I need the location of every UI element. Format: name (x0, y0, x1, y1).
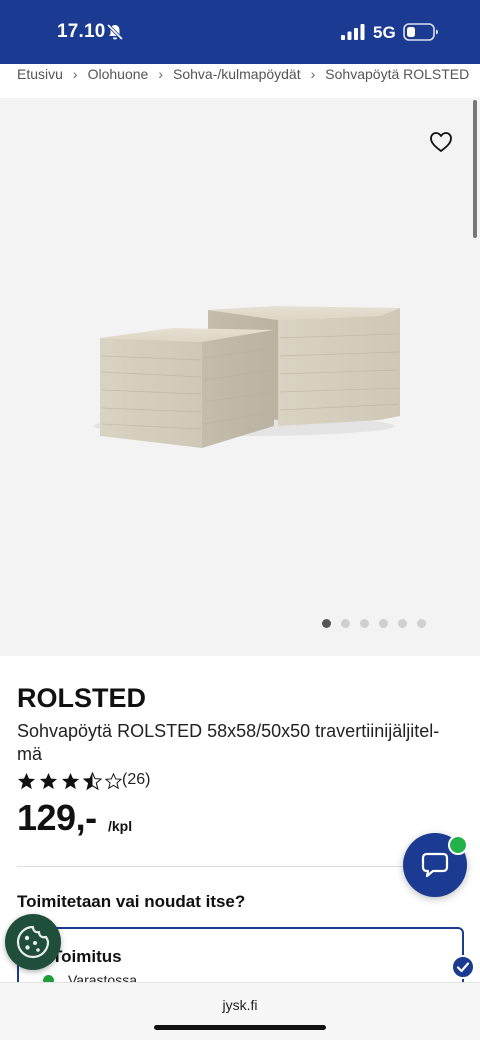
gallery-dot[interactable] (360, 619, 369, 628)
delivery-heading: Toimitetaan vai noudat itse? (17, 892, 246, 911)
signal-icon (341, 24, 365, 40)
star-outline-icon (105, 772, 122, 790)
network-label: 5G (373, 23, 396, 42)
home-indicator[interactable] (154, 1025, 326, 1030)
breadcrumb-item-coffee-tables[interactable]: Sohva-/kulmapöydät (173, 64, 301, 84)
gallery-pagination (322, 619, 432, 629)
delivery-option-title: Toimitus (52, 947, 122, 966)
bell-off-icon (106, 23, 124, 41)
divider (17, 866, 463, 867)
gallery-dot[interactable] (379, 619, 388, 628)
gallery-dot-active[interactable] (322, 619, 331, 628)
breadcrumb-separator: › (72, 66, 78, 82)
selected-check-icon (451, 955, 475, 979)
star-filled-icon (39, 772, 58, 790)
gallery-dot[interactable] (417, 619, 426, 628)
review-count[interactable]: (26) (122, 771, 150, 789)
page-scrollbar[interactable] (473, 100, 477, 238)
breadcrumb-separator: › (158, 66, 163, 82)
star-half-icon (83, 772, 102, 791)
price-unit: /kpl (108, 818, 133, 834)
cookie-settings-button[interactable] (5, 914, 61, 970)
breadcrumb: Etusivu › Olohuone › Sohva-/kulmapöydät › Sohv… (0, 64, 480, 98)
product-image (94, 306, 400, 448)
heart-outline-icon[interactable] (429, 131, 453, 153)
gallery-dot[interactable] (398, 619, 407, 628)
chat-bubble-icon (421, 852, 449, 878)
product-price: 129,- (17, 797, 97, 838)
breadcrumb-item-living-room[interactable]: Olohuone (88, 64, 149, 84)
browser-address-bar[interactable]: jysk.fi (0, 982, 480, 1040)
chat-online-indicator (448, 835, 468, 855)
battery-icon (403, 23, 438, 41)
gallery-dot[interactable] (341, 619, 350, 628)
star-filled-icon (17, 772, 36, 790)
breadcrumb-item-current-product[interactable]: Sohvapöytä ROLSTED (325, 64, 469, 84)
breadcrumb-separator: › (310, 66, 316, 82)
browser-url[interactable]: jysk.fi (0, 997, 480, 1013)
status-time: 17.10 (57, 21, 106, 42)
breadcrumb-item-home[interactable]: Etusivu (17, 64, 63, 84)
status-bar: 17.10 5G (0, 0, 480, 64)
product-brand: ROLSTED (17, 683, 147, 713)
star-filled-icon (61, 772, 80, 790)
product-name: Sohvapöytä ROLSTED 58x58/50x50 travertii… (17, 721, 440, 764)
cookie-icon (16, 925, 50, 959)
